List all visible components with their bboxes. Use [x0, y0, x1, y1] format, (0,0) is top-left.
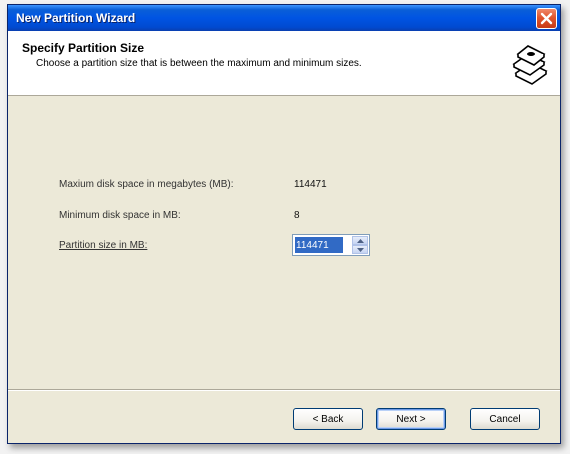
- min-space-value: 8: [294, 210, 300, 221]
- close-icon: [540, 12, 553, 25]
- page-title: Specify Partition Size: [22, 41, 145, 55]
- page-subtitle: Choose a partition size that is between …: [36, 58, 362, 69]
- arrow-up-icon: [356, 238, 364, 243]
- title-bar[interactable]: New Partition Wizard: [8, 5, 560, 31]
- max-space-label: Maxium disk space in megabytes (MB):: [59, 179, 234, 190]
- increment-button[interactable]: [352, 236, 368, 245]
- disk-stack-icon: [508, 43, 552, 87]
- arrow-down-icon: [356, 247, 364, 252]
- footer-divider: [8, 389, 560, 391]
- wizard-header: Specify Partition Size Choose a partitio…: [8, 31, 560, 96]
- spin-buttons: [352, 236, 368, 254]
- max-space-value: 114471: [294, 179, 327, 190]
- min-space-label: Minimum disk space in MB:: [59, 210, 181, 221]
- close-button[interactable]: [536, 8, 557, 29]
- window-title: New Partition Wizard: [16, 11, 136, 25]
- cancel-button[interactable]: Cancel: [470, 408, 540, 430]
- back-button[interactable]: < Back: [293, 408, 363, 430]
- partition-size-input[interactable]: [295, 237, 343, 253]
- wizard-window: New Partition Wizard Specify Partition S…: [7, 4, 561, 444]
- partition-size-label-text: Partition size in MB:: [59, 240, 148, 251]
- partition-size-stepper[interactable]: [292, 234, 370, 256]
- partition-size-label: Partition size in MB:: [59, 240, 147, 251]
- decrement-button[interactable]: [352, 245, 368, 254]
- next-button[interactable]: Next >: [376, 408, 446, 430]
